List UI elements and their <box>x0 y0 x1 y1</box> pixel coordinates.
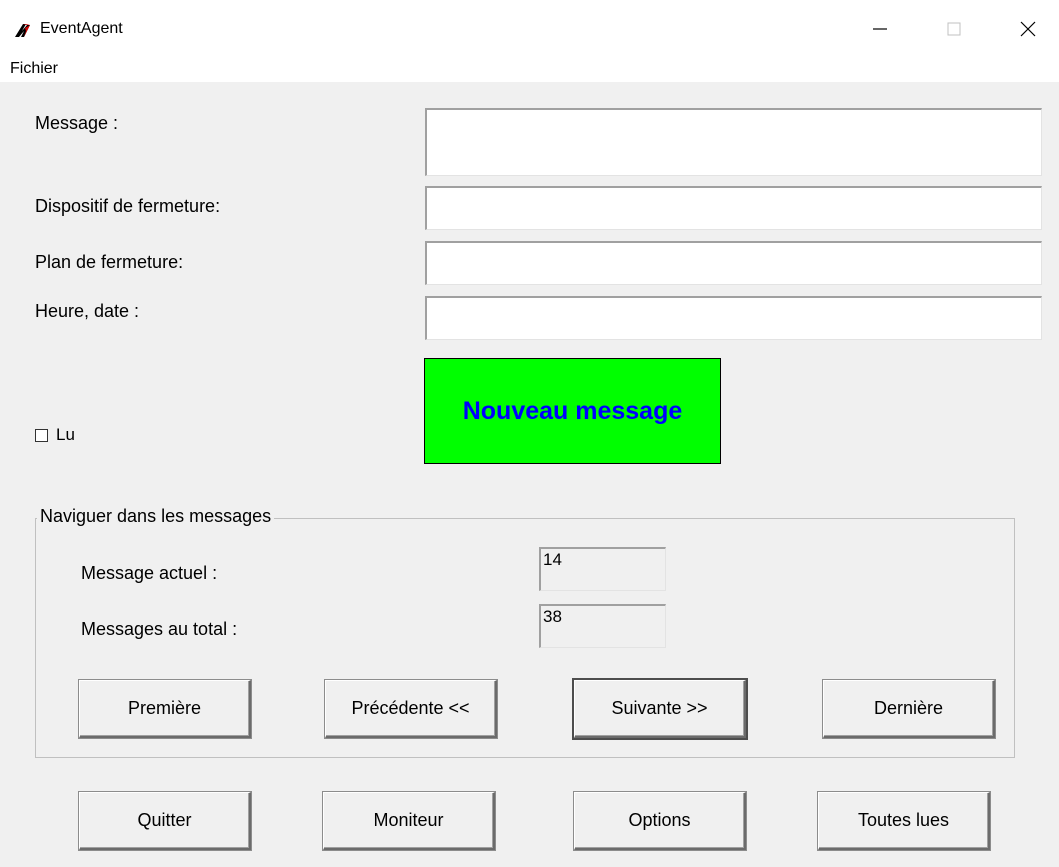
message-field[interactable] <box>425 108 1042 176</box>
current-message-label: Message actuel : <box>81 563 218 583</box>
eventagent-logo-icon <box>14 22 34 38</box>
first-button[interactable]: Première <box>79 680 251 738</box>
current-message-value: 14 <box>539 547 666 591</box>
plan-field[interactable] <box>425 241 1042 285</box>
plan-label: Plan de fermeture: <box>35 252 184 272</box>
maximize-icon <box>947 21 961 41</box>
read-checkbox-label: Lu <box>56 425 75 444</box>
quit-button[interactable]: Quitter <box>79 792 251 850</box>
device-field[interactable] <box>425 186 1042 230</box>
next-button[interactable]: Suivante >> <box>574 680 746 738</box>
close-icon <box>1020 21 1036 42</box>
read-checkbox[interactable] <box>35 428 48 442</box>
status-indicator: Nouveau message <box>424 358 721 464</box>
minimize-icon <box>873 21 887 41</box>
title-bar: EventAgent <box>0 0 1059 60</box>
device-label: Dispositif de fermeture: <box>35 196 221 216</box>
options-button[interactable]: Options <box>574 792 746 850</box>
menu-bar: Fichier <box>0 58 1059 82</box>
datetime-field[interactable] <box>425 296 1042 340</box>
total-messages-label: Messages au total : <box>81 619 238 639</box>
datetime-label: Heure, date : <box>35 301 140 321</box>
read-checkbox-row[interactable]: Lu <box>35 425 75 445</box>
window-title: EventAgent <box>40 20 123 37</box>
menu-fichier[interactable]: Fichier <box>10 60 58 78</box>
last-button[interactable]: Dernière <box>823 680 995 738</box>
minimize-button[interactable] <box>852 12 908 50</box>
navigation-group-legend: Naviguer dans les messages <box>37 506 275 527</box>
previous-button[interactable]: Précédente << <box>325 680 497 738</box>
status-text: Nouveau message <box>462 396 683 425</box>
total-messages-value: 38 <box>539 604 666 648</box>
maximize-button[interactable] <box>926 12 982 50</box>
monitor-button[interactable]: Moniteur <box>323 792 495 850</box>
message-label: Message : <box>35 113 119 133</box>
close-button[interactable] <box>1000 12 1056 50</box>
mark-all-read-button[interactable]: Toutes lues <box>818 792 990 850</box>
